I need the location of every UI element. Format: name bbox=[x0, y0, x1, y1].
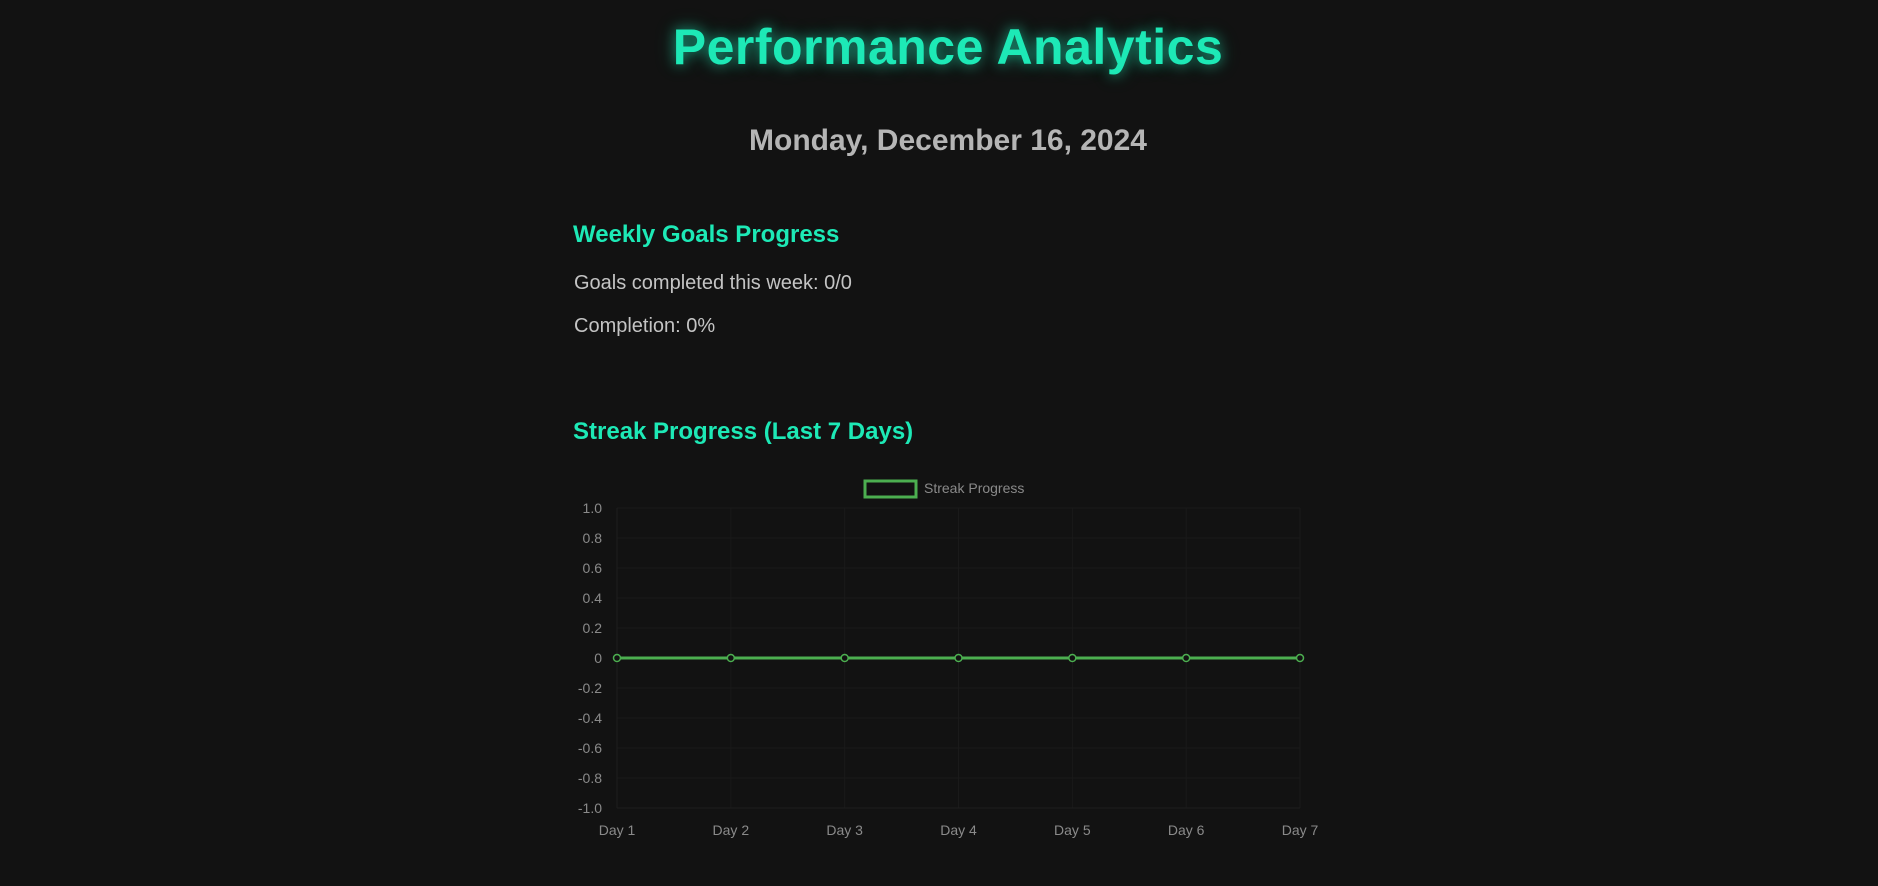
y-tick-label: 0 bbox=[594, 650, 602, 666]
x-tick-label: Day 5 bbox=[1054, 822, 1091, 838]
data-point bbox=[1181, 653, 1191, 663]
legend-swatch bbox=[863, 479, 918, 499]
y-tick-label: 1.0 bbox=[583, 500, 603, 516]
y-tick-label: 0.2 bbox=[583, 620, 603, 636]
data-point bbox=[726, 653, 736, 663]
y-tick-label: 0.4 bbox=[583, 590, 603, 606]
streak-chart-container: 1.0 0.8 0.6 0.4 0.2 0 -0.2 -0.4 -0.6 -0.8 -1.0 Day … bbox=[573, 0, 1333, 886]
x-tick-label: Day 7 bbox=[1282, 822, 1319, 838]
y-tick-label: 0.6 bbox=[583, 560, 603, 576]
y-tick-label: -0.8 bbox=[578, 770, 602, 786]
data-point bbox=[954, 653, 963, 663]
y-tick-label: -0.2 bbox=[578, 680, 602, 696]
x-tick-label: Day 3 bbox=[826, 822, 863, 838]
y-tick-label: -0.4 bbox=[578, 710, 602, 726]
data-point bbox=[1295, 653, 1305, 663]
y-tick-label: 0.8 bbox=[583, 530, 603, 546]
data-point bbox=[1068, 653, 1077, 663]
x-tick-label: Day 1 bbox=[599, 822, 636, 838]
analytics-page: Performance Analytics Monday, December 1… bbox=[0, 0, 1878, 886]
x-tick-label: Day 6 bbox=[1168, 822, 1205, 838]
legend-label: Streak Progress bbox=[924, 480, 1024, 496]
data-point bbox=[840, 653, 849, 663]
y-tick-label: -1.0 bbox=[578, 800, 602, 816]
data-point bbox=[612, 653, 622, 663]
streak-chart: 1.0 0.8 0.6 0.4 0.2 0 -0.2 -0.4 -0.6 -0.8 -1.0 Day … bbox=[578, 479, 1319, 838]
y-tick-label: -0.6 bbox=[578, 740, 602, 756]
x-tick-label: Day 4 bbox=[940, 822, 977, 838]
x-tick-label: Day 2 bbox=[713, 822, 750, 838]
